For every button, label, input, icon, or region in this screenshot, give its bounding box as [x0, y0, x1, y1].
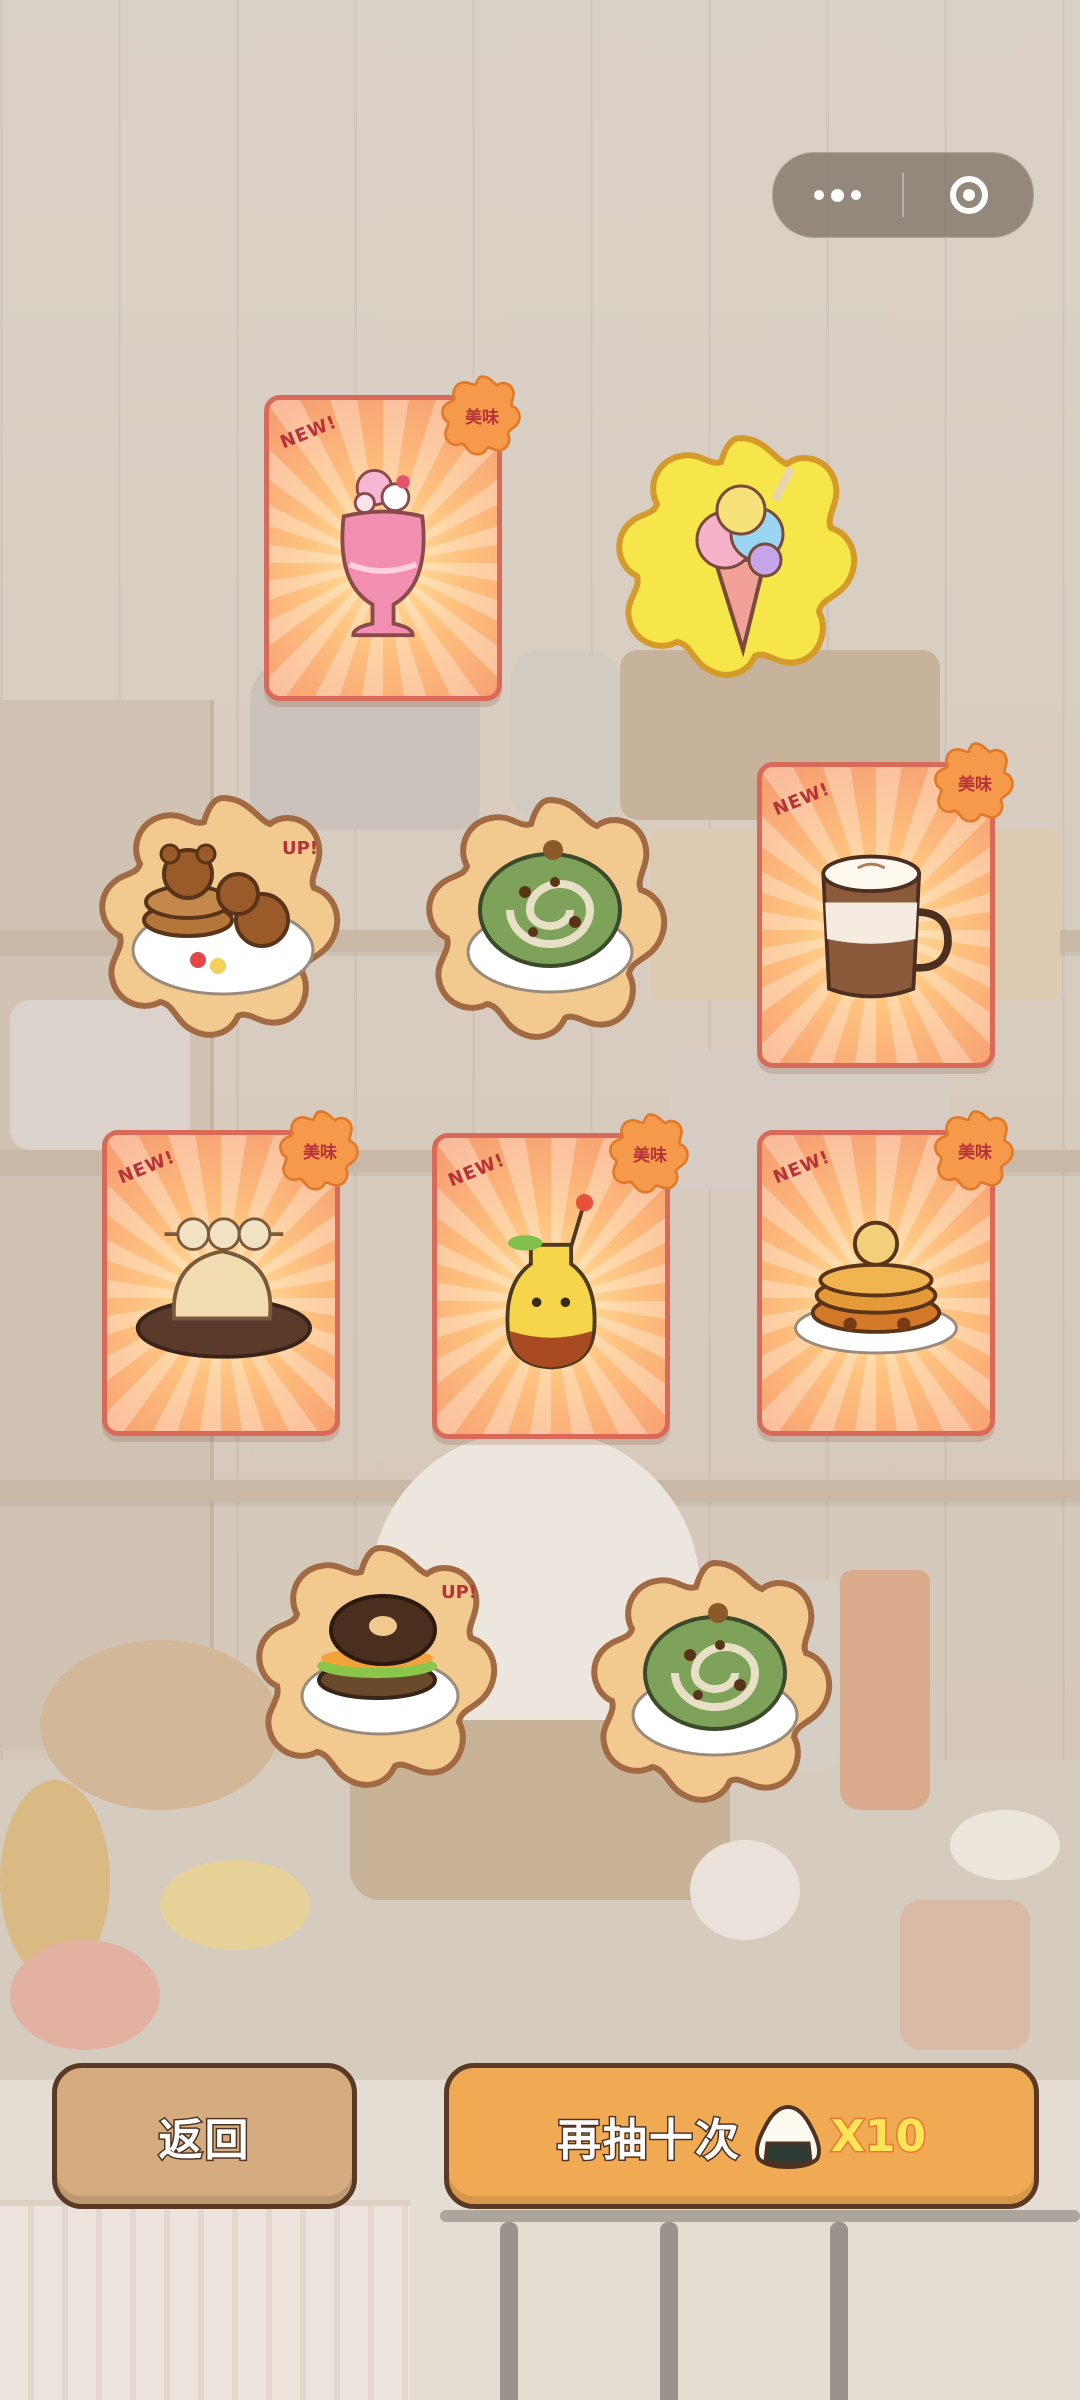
- reward-medallion[interactable]: [590, 1555, 840, 1805]
- back-button-label: 返回: [157, 2114, 251, 2168]
- donut-burger-icon: [300, 1594, 460, 1736]
- target-close-icon[interactable]: [904, 153, 1033, 237]
- back-button[interactable]: 返回: [52, 2063, 357, 2209]
- reward-card[interactable]: NEW! 美味: [757, 1110, 1014, 1436]
- reward-medallion[interactable]: UP!: [255, 1540, 505, 1790]
- reward-medallion[interactable]: [425, 792, 675, 1042]
- mini-program-capsule: [772, 152, 1034, 238]
- lemon-drink-icon: [505, 1194, 597, 1370]
- reward-medallion[interactable]: [615, 430, 865, 680]
- rainbow-ice-cream-icon: [695, 466, 795, 658]
- draw-button-label: 再抽十次: [555, 2114, 741, 2168]
- reward-card[interactable]: NEW! 美味: [432, 1113, 689, 1439]
- matcha-roll-icon: [631, 1603, 799, 1757]
- bear-pancakes-icon: [131, 843, 315, 996]
- reward-medallion[interactable]: UP!: [98, 790, 348, 1040]
- matcha-roll-icon: [466, 840, 634, 994]
- reward-card[interactable]: NEW! 美味: [264, 375, 521, 701]
- latte-icon: [821, 854, 952, 999]
- reward-card[interactable]: NEW! 美味: [102, 1110, 359, 1436]
- dango-cake-icon: [135, 1217, 313, 1359]
- more-dots-icon[interactable]: [773, 153, 902, 237]
- rice-ball-icon: [754, 2104, 821, 2169]
- pumpkin-pancake-icon: [794, 1220, 958, 1355]
- draw-ten-button[interactable]: 再抽十次 X10: [444, 2063, 1039, 2209]
- reward-card[interactable]: NEW! 美味: [757, 742, 1014, 1068]
- pink-soda-icon: [340, 468, 426, 638]
- draw-count-label: X10: [829, 2109, 927, 2163]
